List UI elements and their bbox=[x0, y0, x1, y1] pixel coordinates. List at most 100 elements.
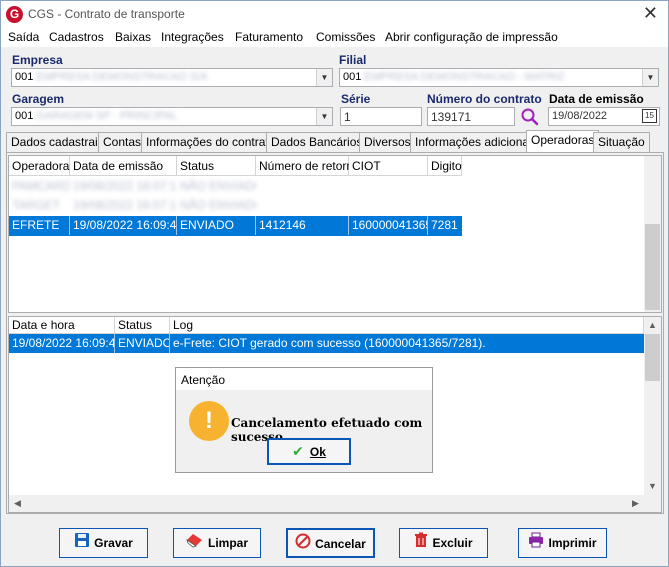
imprimir-label: Imprimir bbox=[548, 536, 597, 550]
table-cell: e-Frete: CIOT gerado com sucesso (160000… bbox=[173, 336, 486, 350]
selected-table-row[interactable]: EFRETE 19/08/2022 16:09:49 ENVIADO 14121… bbox=[9, 216, 462, 236]
calendar-icon[interactable]: 15 bbox=[642, 109, 657, 123]
numero-contrato-input[interactable]: 139171 bbox=[427, 107, 515, 126]
table-row[interactable]: PAMCARD 19/08/2022 16:07:10 NÃO ENVIADO bbox=[9, 177, 462, 196]
column-header[interactable]: Data e hora bbox=[9, 317, 115, 334]
table-cell: NÃO ENVIADO bbox=[180, 179, 256, 193]
filial-label: Filial bbox=[339, 53, 367, 67]
menu-cadastros[interactable]: Cadastros bbox=[49, 30, 104, 44]
column-header[interactable]: Status bbox=[115, 317, 170, 334]
horizontal-scrollbar[interactable]: ◀ ▶ bbox=[9, 495, 661, 512]
table-cell: 19/08/2022 16:07:10 bbox=[73, 179, 177, 193]
dialog-title: Atenção bbox=[176, 368, 432, 390]
serie-input[interactable]: 1 bbox=[340, 107, 422, 126]
gravar-button[interactable]: Gravar bbox=[59, 528, 148, 558]
chevron-down-icon[interactable]: ▼ bbox=[642, 69, 658, 86]
table-cell: 19/08/2022 16:09:49 bbox=[9, 334, 115, 353]
table-cell: 1412146 bbox=[256, 216, 349, 235]
column-header[interactable]: Log bbox=[170, 317, 644, 334]
tab-operadoras[interactable]: Operadoras bbox=[526, 130, 600, 152]
tab-dados-cadastrais[interactable]: Dados cadastrais bbox=[6, 132, 109, 152]
imprimir-button[interactable]: Imprimir bbox=[518, 528, 607, 558]
menu-saida[interactable]: Saída bbox=[8, 30, 39, 44]
app-logo-icon: G bbox=[6, 6, 23, 23]
limpar-button[interactable]: Limpar bbox=[173, 528, 261, 558]
excluir-button[interactable]: Excluir bbox=[399, 528, 488, 558]
ok-button[interactable]: ✔ Ok bbox=[267, 438, 351, 465]
gravar-label: Gravar bbox=[94, 536, 133, 550]
search-icon[interactable] bbox=[520, 107, 540, 127]
table-cell: PAMCARD bbox=[12, 179, 70, 193]
ok-label: Ok bbox=[309, 445, 326, 459]
chevron-down-icon[interactable]: ▼ bbox=[316, 108, 332, 125]
table-cell: TARGET bbox=[12, 198, 60, 212]
excluir-label: Excluir bbox=[432, 536, 473, 550]
column-header[interactable]: Operadora bbox=[9, 156, 70, 176]
empresa-label: Empresa bbox=[12, 53, 63, 67]
menu-bar: Saída Cadastros Baixas Integrações Fatur… bbox=[1, 27, 668, 47]
serie-label: Série bbox=[341, 92, 371, 106]
menu-comissoes[interactable]: Comissões bbox=[316, 30, 375, 44]
tab-informacoes-contrato[interactable]: Informações do contrato bbox=[141, 132, 281, 152]
table-cell: EFRETE bbox=[9, 216, 70, 235]
empresa-code: 001 bbox=[15, 71, 34, 83]
cancelar-button[interactable]: Cancelar bbox=[286, 528, 375, 558]
cancel-icon bbox=[295, 531, 311, 559]
tab-informacoes-adicionais[interactable]: Informações adicionais bbox=[410, 132, 543, 152]
cancelar-label: Cancelar bbox=[315, 537, 366, 551]
vertical-scrollbar[interactable]: ▲ ▼ bbox=[644, 317, 661, 495]
menu-baixas[interactable]: Baixas bbox=[115, 30, 151, 44]
selected-log-row[interactable]: 19/08/2022 16:09:49 ENVIADO e-Frete: CIO… bbox=[9, 334, 644, 353]
table-cell: 19/08/2022 16:07:10 bbox=[73, 198, 177, 212]
eraser-icon bbox=[186, 530, 204, 558]
menu-integracoes[interactable]: Integrações bbox=[161, 30, 224, 44]
numero-contrato-label: Número do contrato bbox=[427, 92, 542, 106]
printer-icon bbox=[528, 530, 544, 558]
table-cell: ENVIADO bbox=[115, 334, 170, 353]
vertical-scrollbar[interactable] bbox=[644, 156, 661, 312]
column-header[interactable]: Data de emissão bbox=[70, 156, 177, 176]
alert-dialog: Atenção ! Cancelamento efetuado com suce… bbox=[175, 367, 433, 473]
table-cell: 7281 bbox=[431, 218, 458, 232]
menu-abrir-configuracao[interactable]: Abrir configuração de impressão bbox=[385, 30, 558, 44]
scroll-right-icon[interactable]: ▶ bbox=[627, 495, 644, 512]
table-row[interactable]: TARGET 19/08/2022 16:07:10 NÃO ENVIADO bbox=[9, 196, 462, 215]
floppy-disk-icon bbox=[74, 530, 90, 558]
data-emissao-label: Data de emissão bbox=[549, 92, 644, 106]
chevron-down-icon[interactable]: ▼ bbox=[316, 69, 332, 86]
title-bar: G CGS - Contrato de transporte ✕ bbox=[1, 1, 668, 27]
close-button[interactable]: ✕ bbox=[643, 3, 658, 23]
table-cell: ENVIADO bbox=[177, 216, 256, 235]
scroll-left-icon[interactable]: ◀ bbox=[9, 495, 26, 512]
data-emissao-value: 19/08/2022 bbox=[552, 110, 608, 122]
tab-situacao[interactable]: Situação bbox=[593, 132, 650, 152]
table-cell: 19/08/2022 16:09:49 bbox=[70, 216, 177, 235]
scrollbar-thumb[interactable] bbox=[645, 334, 660, 381]
column-header[interactable]: Status bbox=[177, 156, 256, 176]
tab-dados-bancarios[interactable]: Dados Bancários bbox=[266, 132, 368, 152]
window-title: CGS - Contrato de transporte bbox=[28, 7, 185, 21]
empresa-name: EMPRESA DEMONSTRACAO S/A bbox=[36, 71, 208, 83]
garagem-code: 001 bbox=[15, 110, 34, 122]
tab-diversos[interactable]: Diversos bbox=[359, 132, 416, 152]
warning-icon: ! bbox=[189, 401, 229, 441]
scroll-up-icon[interactable]: ▲ bbox=[644, 317, 661, 334]
menu-faturamento[interactable]: Faturamento bbox=[235, 30, 303, 44]
filial-code: 001 bbox=[343, 71, 362, 83]
tab-contas[interactable]: Contas bbox=[98, 132, 147, 152]
filial-select[interactable]: 001 EMPRESA DEMONSTRACAO - MATRIZ ▼ bbox=[339, 68, 659, 87]
table-cell: NÃO ENVIADO bbox=[180, 198, 256, 212]
column-header[interactable]: CIOT bbox=[349, 156, 428, 176]
scroll-down-icon[interactable]: ▼ bbox=[644, 478, 661, 495]
data-emissao-input[interactable]: 19/08/2022 15 bbox=[548, 107, 660, 126]
scrollbar-thumb[interactable] bbox=[645, 224, 660, 310]
empresa-select[interactable]: 001 EMPRESA DEMONSTRACAO S/A ▼ bbox=[11, 68, 333, 87]
checkmark-icon: ✔ bbox=[292, 443, 304, 459]
filial-name: EMPRESA DEMONSTRACAO - MATRIZ bbox=[364, 71, 565, 83]
garagem-label: Garagem bbox=[12, 92, 65, 106]
column-header[interactable]: Número de retorno bbox=[256, 156, 360, 176]
table-cell: 160000041365 bbox=[349, 216, 428, 235]
garagem-select[interactable]: 001 GARAGEM SP - PRINCIPAL ▼ bbox=[11, 107, 333, 126]
operadoras-grid: Operadora Data de emissão Status Número … bbox=[8, 155, 662, 313]
column-header[interactable]: Digito bbox=[428, 156, 462, 176]
